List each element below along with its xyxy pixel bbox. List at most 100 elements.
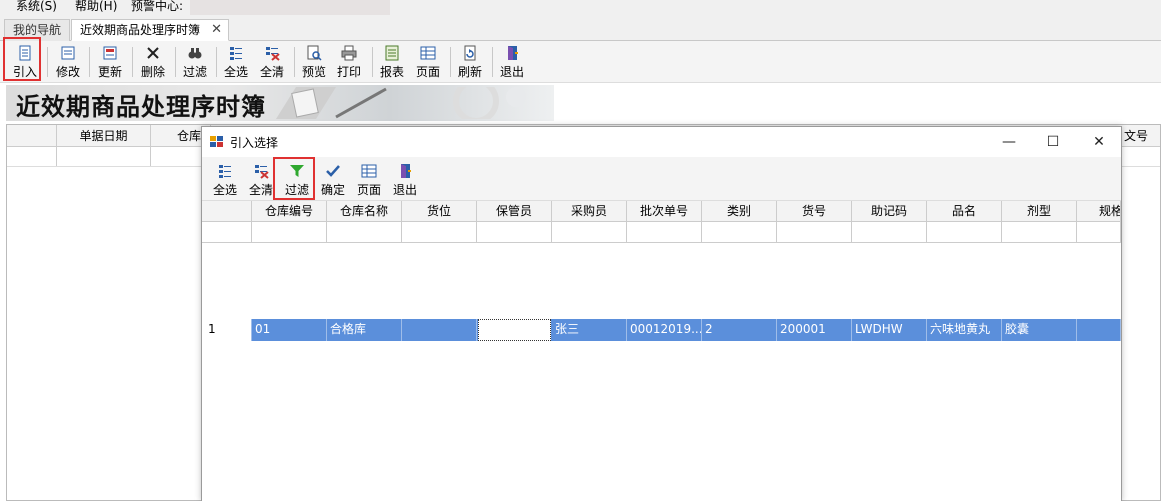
dialog-page-label: 页面 <box>356 183 381 197</box>
filter-cell[interactable] <box>777 222 852 242</box>
column-header[interactable]: 保管员 <box>477 201 552 221</box>
refresh-button[interactable]: 刷新 <box>455 43 485 81</box>
dialog-confirm-label: 确定 <box>320 183 345 197</box>
column-header[interactable]: 助记码 <box>852 201 927 221</box>
toolbar-separator <box>450 47 451 77</box>
dialog-grid-filter-row <box>202 222 1121 243</box>
column-header[interactable]: 货位 <box>402 201 477 221</box>
column-header[interactable]: 批次单号 <box>627 201 702 221</box>
clear-all-label: 全清 <box>259 65 284 79</box>
filter-cell[interactable] <box>402 222 477 242</box>
table-cell[interactable]: 2 <box>702 319 777 341</box>
modify-button[interactable]: 修改 <box>52 43 84 81</box>
select-all-button[interactable]: 全选 <box>221 43 251 81</box>
filter-cell <box>7 147 57 166</box>
column-header[interactable]: 采购员 <box>552 201 627 221</box>
page-title: 近效期商品处理序时簿 <box>16 92 266 121</box>
filter-cell[interactable] <box>1002 222 1077 242</box>
column-header[interactable]: 类别 <box>702 201 777 221</box>
clear-all-icon <box>266 47 280 61</box>
tab-strip: 我的导航 近效期商品处理序时簿 ✕ <box>0 15 1161 41</box>
filter-cell[interactable] <box>552 222 627 242</box>
column-header[interactable]: 剂型 <box>1002 201 1077 221</box>
warning-center-area <box>190 0 390 15</box>
dialog-exit-button[interactable]: 退出 <box>390 161 420 197</box>
row-number: 1 <box>202 319 252 341</box>
table-cell[interactable]: 01 <box>252 319 327 341</box>
dialog-data-grid[interactable]: 仓库编号 仓库名称 货位 保管员 采购员 批次单号 类别 货号 助记码 品名 剂… <box>202 201 1121 501</box>
dialog-select-all-button[interactable]: 全选 <box>210 161 240 197</box>
exit-door-icon <box>508 46 518 60</box>
table-cell[interactable]: 六味地黄丸 <box>927 319 1002 341</box>
filter-cell[interactable] <box>627 222 702 242</box>
filter-cell[interactable] <box>252 222 327 242</box>
preview-icon <box>307 45 322 61</box>
table-cell[interactable] <box>402 319 477 341</box>
table-cell[interactable]: 胶囊 <box>1002 319 1077 341</box>
maximize-icon[interactable]: ☐ <box>1043 133 1063 151</box>
filter-cell[interactable] <box>57 147 151 166</box>
preview-button[interactable]: 预览 <box>299 43 329 81</box>
dialog-confirm-button[interactable]: 确定 <box>318 161 348 197</box>
page-label: 页面 <box>415 65 440 79</box>
column-header-doc-number[interactable]: 文号 <box>1123 125 1161 146</box>
main-grid-corner <box>7 125 57 146</box>
column-header-date[interactable]: 单据日期 <box>57 125 151 146</box>
table-cell[interactable]: 00012019... <box>627 319 702 341</box>
filter-cell[interactable] <box>927 222 1002 242</box>
window-app-icon <box>210 136 223 147</box>
refresh-label: 刷新 <box>457 65 482 79</box>
update-button[interactable]: 更新 <box>94 43 126 81</box>
print-label: 打印 <box>336 65 361 79</box>
table-cell[interactable] <box>1077 319 1121 341</box>
print-button[interactable]: 打印 <box>334 43 364 81</box>
filter-cell[interactable] <box>702 222 777 242</box>
table-row[interactable]: 1 01 合格库 张三 00012019... 2 200001 LWDHW 六… <box>202 319 1121 341</box>
close-icon[interactable]: ✕ <box>211 20 222 40</box>
calendar-decoration-icon <box>276 87 526 119</box>
refresh-icon <box>464 45 476 61</box>
table-cell[interactable]: 合格库 <box>327 319 402 341</box>
toolbar-separator <box>372 47 373 77</box>
select-all-icon <box>219 165 231 178</box>
page-button[interactable]: 页面 <box>413 43 443 81</box>
exit-door-icon <box>401 164 411 178</box>
column-header[interactable]: 货号 <box>777 201 852 221</box>
report-button[interactable]: 报表 <box>377 43 407 81</box>
menu-help[interactable]: 帮助(H) <box>75 0 117 14</box>
dialog-clear-all-label: 全清 <box>248 183 273 197</box>
toolbar-separator <box>216 47 217 77</box>
delete-button[interactable]: 删除 <box>137 43 169 81</box>
tab-expiry-goods[interactable]: 近效期商品处理序时簿 ✕ <box>71 19 230 41</box>
dialog-select-all-label: 全选 <box>212 183 237 197</box>
toolbar-separator <box>89 47 90 77</box>
printer-icon <box>341 45 357 61</box>
column-header[interactable]: 仓库编号 <box>252 201 327 221</box>
exit-button[interactable]: 退出 <box>497 43 527 81</box>
filter-cell <box>202 222 252 242</box>
highlight-box <box>3 37 41 81</box>
filter-cell[interactable] <box>852 222 927 242</box>
dialog-page-button[interactable]: 页面 <box>354 161 384 197</box>
filter-cell[interactable] <box>477 222 552 242</box>
table-cell[interactable]: 200001 <box>777 319 852 341</box>
table-cell-focused[interactable] <box>478 319 551 341</box>
menu-warning-center[interactable]: 预警中心: <box>131 0 183 14</box>
table-cell[interactable]: 张三 <box>552 319 627 341</box>
filter-cell[interactable] <box>327 222 402 242</box>
filter-cell[interactable] <box>1077 222 1121 242</box>
menu-system[interactable]: 系统(S) <box>16 0 57 14</box>
report-icon <box>385 45 399 61</box>
toolbar-separator <box>132 47 133 77</box>
filter-label: 过滤 <box>182 65 207 79</box>
clear-all-button[interactable]: 全清 <box>257 43 287 81</box>
column-header[interactable]: 仓库名称 <box>327 201 402 221</box>
column-header[interactable]: 品名 <box>927 201 1002 221</box>
minimize-icon[interactable]: — <box>999 133 1019 151</box>
report-label: 报表 <box>379 65 404 79</box>
dialog-clear-all-button[interactable]: 全清 <box>246 161 276 197</box>
close-icon[interactable]: ✕ <box>1089 133 1109 151</box>
column-header[interactable]: 规格 <box>1077 201 1121 221</box>
filter-button[interactable]: 过滤 <box>180 43 210 81</box>
table-cell[interactable]: LWDHW <box>852 319 927 341</box>
